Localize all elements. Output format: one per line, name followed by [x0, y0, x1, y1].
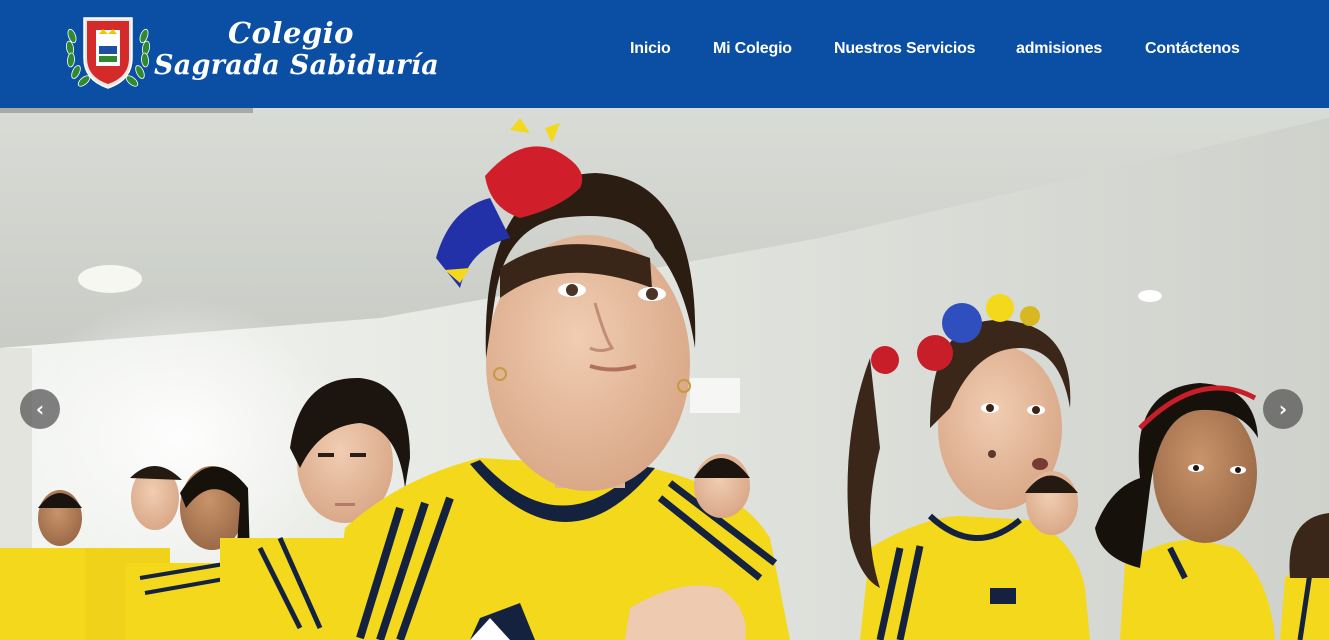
slider-progress-bar — [0, 108, 253, 113]
nav-item-contactenos[interactable]: Contáctenos — [1145, 40, 1240, 58]
chevron-left-icon: ‹ — [35, 397, 45, 421]
nav-item-inicio[interactable]: Inicio — [630, 40, 671, 58]
main-nav: Inicio Mi Colegio Nuestros Servicios adm… — [0, 40, 1329, 64]
chevron-right-icon: › — [1278, 397, 1288, 421]
site-header: Colegio Sagrada Sabiduría Inicio Mi Cole… — [0, 0, 1329, 108]
hero-slide-image — [0, 108, 1329, 640]
slider-prev-button[interactable]: ‹ — [20, 389, 60, 429]
hero-slider: ‹ › — [0, 108, 1329, 640]
nav-item-mi-colegio[interactable]: Mi Colegio — [713, 40, 792, 58]
slider-next-button[interactable]: › — [1263, 389, 1303, 429]
nav-item-nuestros-servicios[interactable]: Nuestros Servicios — [834, 40, 976, 58]
nav-item-admisiones[interactable]: admisiones — [1016, 40, 1102, 58]
